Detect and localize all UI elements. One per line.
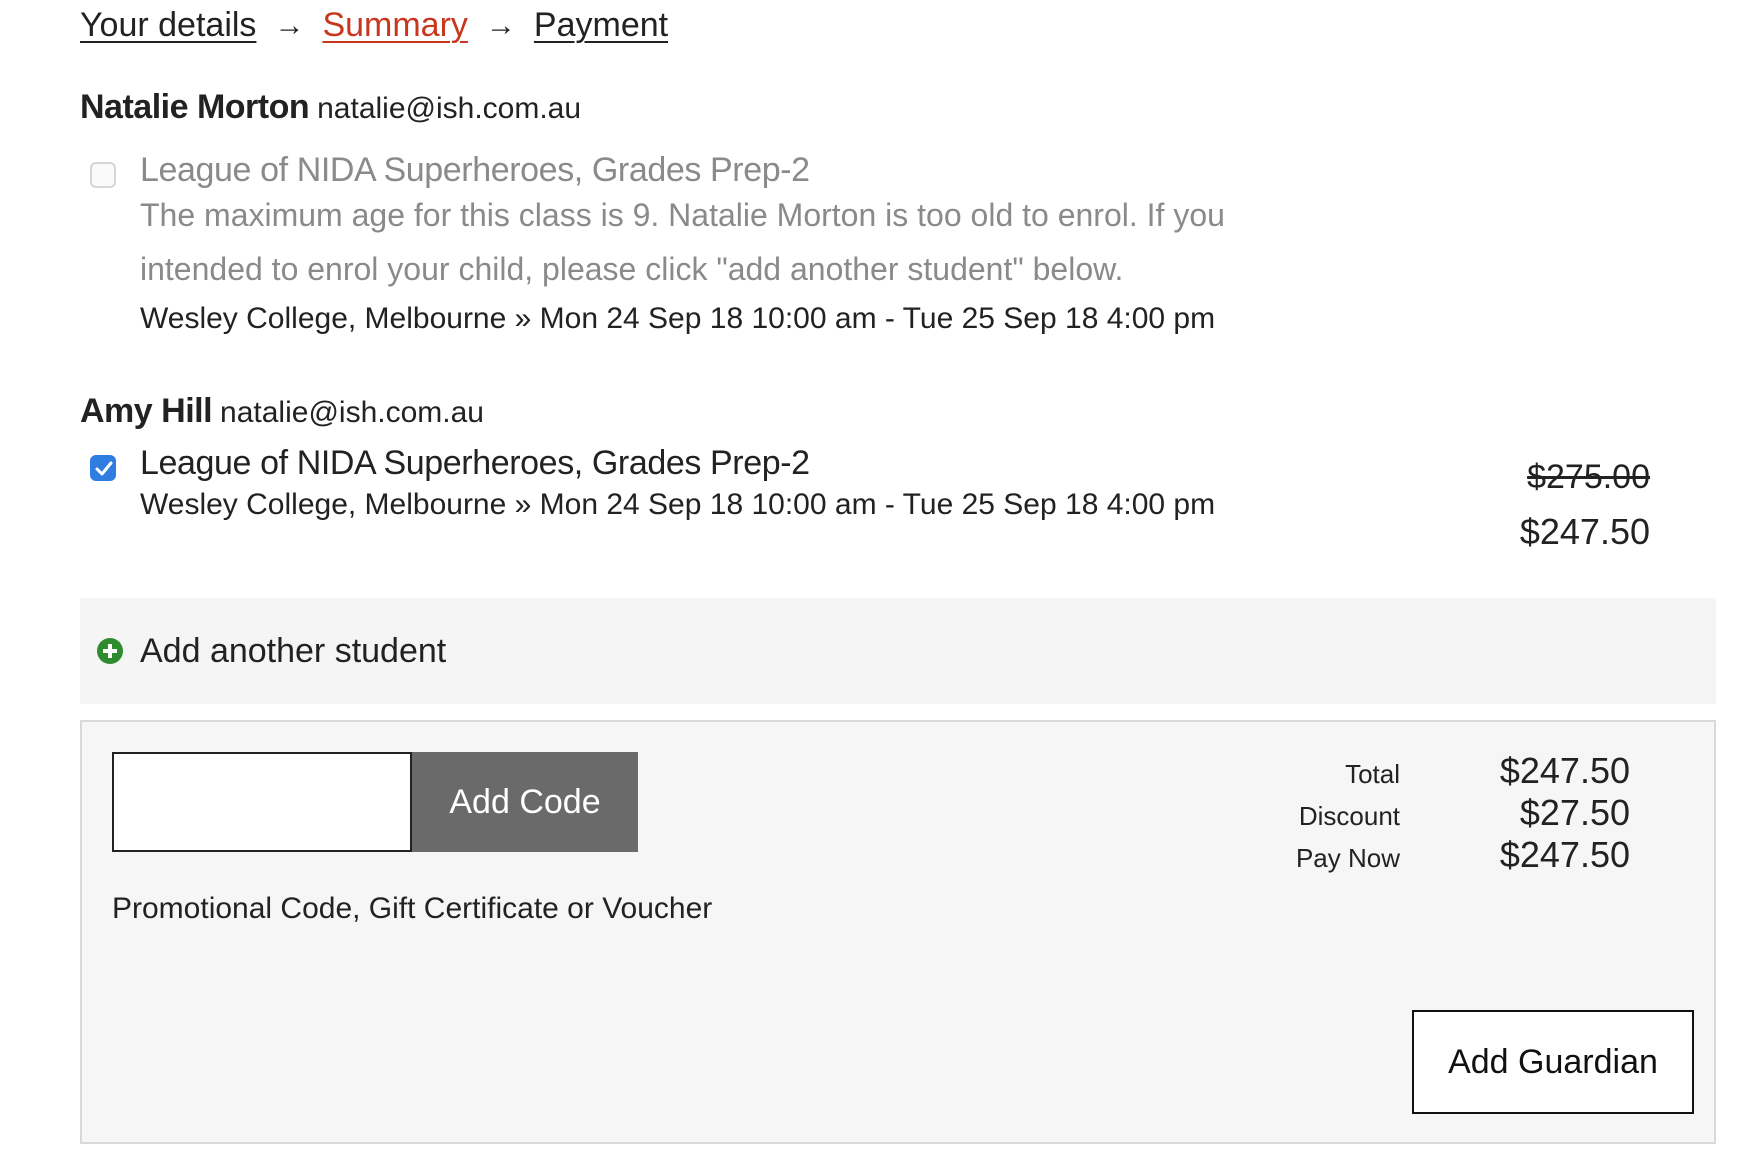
class-venue-datetime: Wesley College, Melbourne » Mon 24 Sep 1…: [140, 302, 1216, 335]
pay-now-row: Pay Now $247.50: [1200, 834, 1630, 876]
pay-now-value: $247.50: [1499, 834, 1630, 875]
class-title: League of NIDA Superheroes, Grades Prep-…: [140, 151, 810, 189]
student-email: natalie@ish.com.au: [317, 92, 582, 125]
student-header: Amy Hill natalie@ish.com.au: [80, 392, 484, 431]
discount-row: Discount $27.50: [1200, 792, 1630, 834]
promo-code-help-text: Promotional Code, Gift Certificate or Vo…: [112, 892, 713, 925]
age-warning-text: The maximum age for this class is 9. Nat…: [140, 197, 1225, 287]
plus-circle-icon: [97, 638, 123, 664]
breadcrumb-your-details[interactable]: Your details: [80, 6, 256, 45]
add-guardian-button[interactable]: Add Guardian: [1412, 1010, 1694, 1114]
checkmark-icon: [95, 461, 113, 476]
breadcrumb-payment[interactable]: Payment: [534, 6, 668, 45]
add-student-label: Add another student: [140, 631, 447, 670]
checkout-summary-page: Your details → Summary → Payment Natalie…: [0, 0, 1750, 1172]
student-header: Natalie Morton natalie@ish.com.au: [80, 88, 581, 127]
breadcrumb-summary[interactable]: Summary: [322, 6, 467, 45]
total-label: Total: [1345, 759, 1400, 789]
discount-label: Discount: [1298, 801, 1400, 831]
total-row: Total $247.50: [1200, 750, 1630, 792]
total-value: $247.50: [1499, 750, 1630, 791]
student-name: Natalie Morton: [80, 88, 310, 126]
breadcrumb: Your details → Summary → Payment: [80, 6, 668, 45]
class-title: League of NIDA Superheroes, Grades Prep-…: [140, 444, 810, 482]
student-name: Amy Hill: [80, 392, 213, 430]
discounted-price: $247.50: [1519, 511, 1650, 552]
class-venue-datetime: Wesley College, Melbourne » Mon 24 Sep 1…: [140, 488, 1216, 521]
discount-value: $27.50: [1519, 792, 1630, 833]
arrow-right-icon: →: [274, 8, 305, 42]
promo-code-input[interactable]: [112, 752, 412, 852]
add-code-button[interactable]: Add Code: [412, 752, 638, 852]
pay-now-label: Pay Now: [1295, 843, 1400, 873]
arrow-right-icon: →: [485, 8, 516, 42]
add-student-button[interactable]: Add another student: [80, 598, 1716, 704]
enrolment-checkbox[interactable]: [90, 455, 116, 481]
enrolment-checkbox[interactable]: [90, 162, 116, 188]
student-email: natalie@ish.com.au: [220, 396, 484, 429]
totals-table: Total $247.50 Discount $27.50 Pay Now $2…: [1200, 750, 1630, 876]
original-price: $275.00: [1527, 458, 1650, 496]
order-summary-panel: Add Code Promotional Code, Gift Certific…: [80, 720, 1716, 1144]
